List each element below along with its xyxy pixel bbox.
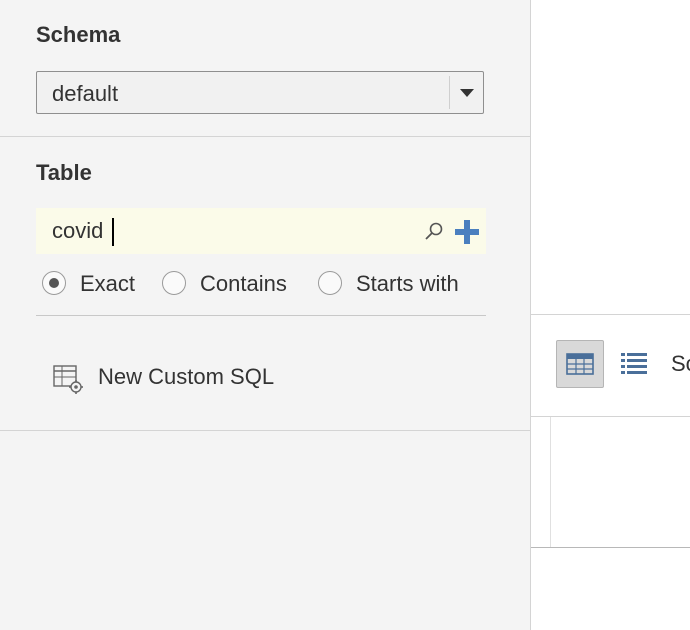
canvas-area: Sc (531, 0, 690, 630)
grid-column-line (550, 417, 551, 547)
plus-icon[interactable] (454, 219, 480, 245)
search-icon[interactable] (424, 221, 444, 241)
data-grid-toolbar: Sc (531, 314, 690, 417)
schema-selected-value: default (52, 81, 119, 106)
radio-label: Starts with (356, 271, 459, 296)
grid-view-button[interactable] (556, 340, 604, 388)
connection-panel: Schema default Table Exact Contains Sta (0, 0, 531, 630)
table-search-input[interactable] (52, 217, 412, 245)
radio-label: Exact (80, 271, 136, 296)
grid-view-icon (566, 353, 594, 375)
list-view-icon[interactable] (621, 352, 647, 376)
schema-title: Schema (36, 22, 121, 47)
radio-button[interactable] (318, 271, 342, 295)
radio-selected-dot (49, 278, 59, 288)
sort-label-truncated: Sc (671, 351, 690, 376)
radio-button[interactable] (42, 271, 66, 295)
text-cursor (112, 218, 114, 246)
dropdown-divider (449, 76, 450, 109)
panel-divider (0, 430, 530, 431)
chevron-down-icon[interactable] (460, 89, 474, 97)
radio-label: Contains (200, 271, 287, 296)
table-title: Table (36, 160, 92, 185)
table-search-box (36, 208, 486, 254)
section-divider (0, 136, 530, 137)
search-divider (36, 315, 486, 316)
schema-dropdown[interactable]: default (36, 71, 484, 114)
custom-sql-icon (53, 365, 83, 394)
new-custom-sql-label: New Custom SQL (98, 364, 275, 389)
radio-button[interactable] (162, 271, 186, 295)
data-grid-area (531, 417, 690, 548)
